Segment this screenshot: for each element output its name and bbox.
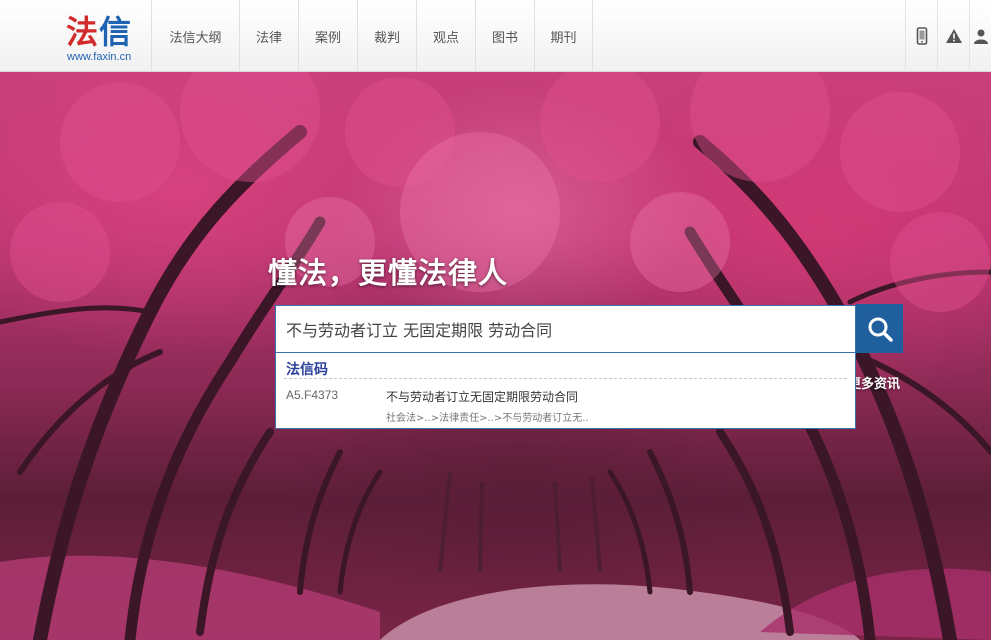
mobile-icon[interactable] <box>905 0 937 72</box>
suggestion-code: A5.F4373 <box>286 388 339 402</box>
faxin-logo[interactable]: 法信 www.faxin.cn <box>62 10 150 66</box>
top-navigation-bar: 法信 www.faxin.cn 法信大纲 法律 案例 裁判 观点 图书 期刊 <box>0 0 991 72</box>
suggestion-group-header: 法信码 <box>286 362 328 378</box>
main-nav: 法信大纲 法律 案例 裁判 观点 图书 期刊 <box>151 0 593 72</box>
nav-item-law[interactable]: 法律 <box>239 0 298 72</box>
nav-item-opinions[interactable]: 观点 <box>416 0 475 72</box>
logo-char-1: 法 <box>66 13 100 51</box>
suggestion-title: 不与劳动者订立无固定期限劳动合同 <box>386 390 579 404</box>
logo-char-2: 信 <box>99 13 133 51</box>
logo-url: www.faxin.cn <box>67 51 132 63</box>
logo-text: 法信 <box>66 14 132 50</box>
nav-item-books[interactable]: 图书 <box>475 0 534 72</box>
divider <box>284 378 847 379</box>
search-input[interactable] <box>286 319 855 339</box>
search-box <box>275 305 856 353</box>
search-icon <box>868 317 893 342</box>
header-tools <box>905 0 991 72</box>
user-icon[interactable] <box>969 0 991 72</box>
suggestion-dropdown: 法信码 A5.F4373 不与劳动者订立无固定期限劳动合同 社会法>..>法律责… <box>275 353 856 429</box>
suggestion-path: 社会法>..>法律责任>..>不与劳动者订立无.. <box>386 413 589 424</box>
search-button[interactable] <box>856 304 903 353</box>
nav-item-cases[interactable]: 案例 <box>298 0 357 72</box>
nav-item-journals[interactable]: 期刊 <box>534 0 593 72</box>
warning-icon[interactable] <box>937 0 969 72</box>
hero-tagline: 懂法，更懂法律人 <box>268 256 509 290</box>
nav-item-judgments[interactable]: 裁判 <box>357 0 416 72</box>
nav-item-outline[interactable]: 法信大纲 <box>151 0 239 72</box>
